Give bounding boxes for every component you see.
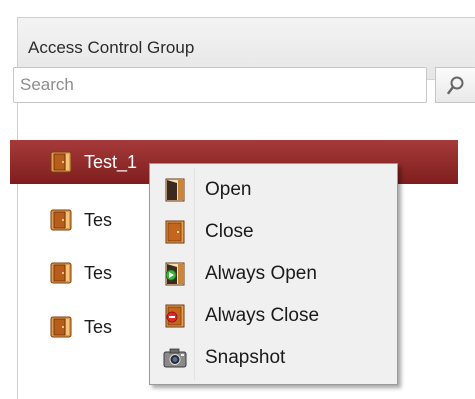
menu-item-label: Always Open bbox=[205, 263, 317, 284]
menu-item-snapshot[interactable]: Snapshot bbox=[153, 338, 394, 378]
tree-item-label: Tes bbox=[84, 317, 113, 337]
menu-item-close[interactable]: Close bbox=[153, 212, 394, 252]
panel-title: Access Control Group bbox=[28, 38, 195, 57]
door-icon bbox=[50, 151, 72, 173]
door-always-close-icon bbox=[165, 304, 185, 328]
door-icon bbox=[50, 209, 72, 231]
door-icon bbox=[50, 262, 72, 284]
door-icon bbox=[50, 316, 72, 338]
tree-item-label: Tes bbox=[84, 263, 113, 283]
search-icon bbox=[447, 76, 464, 95]
tree-item-label: Test_1 bbox=[84, 152, 138, 172]
menu-item-label: Open bbox=[205, 179, 252, 200]
context-menu: Open Close Always Open Always Close Snap… bbox=[149, 163, 398, 385]
menu-item-always-close[interactable]: Always Close bbox=[153, 296, 394, 336]
menu-item-open[interactable]: Open bbox=[153, 170, 394, 210]
door-open-icon bbox=[165, 178, 185, 202]
menu-item-label: Always Close bbox=[205, 305, 320, 326]
search-button[interactable] bbox=[435, 67, 475, 103]
search-input[interactable] bbox=[13, 67, 427, 103]
menu-item-label: Snapshot bbox=[205, 347, 286, 368]
door-always-open-icon bbox=[165, 262, 185, 286]
menu-item-always-open[interactable]: Always Open bbox=[153, 254, 394, 294]
menu-item-label: Close bbox=[205, 221, 254, 242]
tree-item-label: Tes bbox=[84, 210, 113, 230]
camera-icon bbox=[163, 348, 187, 368]
door-closed-icon bbox=[165, 220, 185, 244]
